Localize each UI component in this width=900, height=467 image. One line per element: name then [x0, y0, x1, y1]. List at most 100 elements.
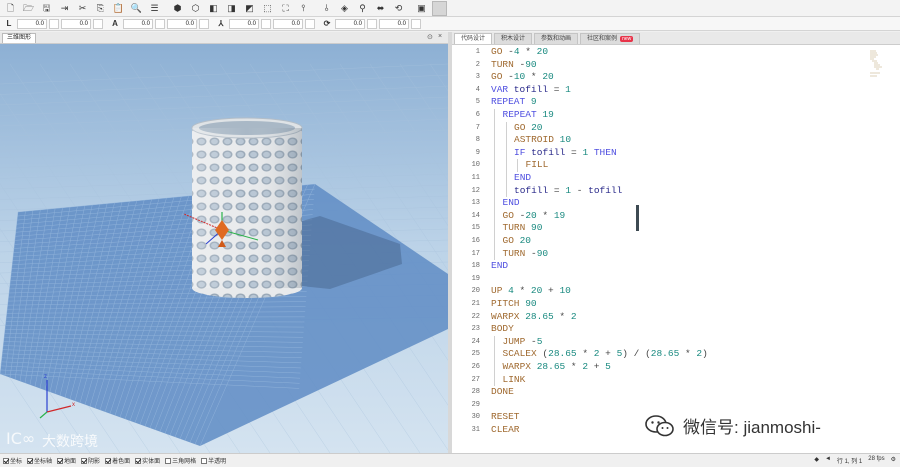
unit-stepper[interactable]: [411, 18, 421, 29]
cube-front-icon[interactable]: ⬡: [188, 1, 203, 16]
save-icon[interactable]: 🖫: [39, 1, 54, 16]
new-file-icon[interactable]: 🗋: [3, 1, 18, 16]
copy-icon[interactable]: ⎘: [93, 1, 108, 16]
code-line[interactable]: 8 ASTROID 10: [452, 134, 900, 147]
open-folder-icon[interactable]: 🗁: [21, 1, 36, 16]
settings-icon[interactable]: ⚙: [891, 456, 896, 465]
code-line[interactable]: 1 GO -4 * 20: [452, 46, 900, 59]
lattice-cylinder[interactable]: [191, 117, 303, 298]
code-line[interactable]: 11 END: [452, 172, 900, 185]
toggle-checkbox-6[interactable]: 实体面: [135, 456, 160, 465]
value-field[interactable]: 0.0: [379, 18, 409, 29]
3d-scene[interactable]: z x ⅠC∞ 大数跨境: [0, 44, 448, 453]
code-line[interactable]: 16 GO 20: [452, 235, 900, 248]
transform-mode-icon[interactable]: A: [109, 18, 121, 30]
toggle-checkbox-4[interactable]: 阴影: [81, 456, 100, 465]
transform-mode-icon[interactable]: L: [3, 18, 15, 30]
code-line[interactable]: 9 IF tofill = 1 THEN: [452, 147, 900, 160]
code-line[interactable]: 12 tofill = 1 - tofill: [452, 185, 900, 198]
cut-icon[interactable]: ✂: [75, 1, 90, 16]
checkbox[interactable]: [135, 457, 142, 464]
axis-x-icon[interactable]: ⫯: [296, 1, 311, 16]
unit-stepper[interactable]: [199, 18, 209, 29]
code-line[interactable]: 20 UP 4 * 20 + 10: [452, 285, 900, 298]
code-line[interactable]: 4 VAR tofill = 1: [452, 84, 900, 97]
pin-icon[interactable]: ⊙: [427, 33, 433, 41]
rotate-icon[interactable]: ⟲: [391, 1, 406, 16]
box-icon[interactable]: ▣: [414, 1, 429, 16]
pin-icon[interactable]: ⚲: [355, 1, 370, 16]
3d-viewport[interactable]: z x ⅠC∞ 大数跨境: [0, 44, 448, 453]
code-line[interactable]: 28 DONE: [452, 386, 900, 399]
checkbox[interactable]: [201, 457, 208, 464]
code-line[interactable]: 21 PITCH 90: [452, 298, 900, 311]
cube-wire-icon[interactable]: ⬚: [260, 1, 275, 16]
value-field[interactable]: 0.0: [167, 18, 197, 29]
code-line[interactable]: 23 BODY: [452, 323, 900, 336]
stop-icon[interactable]: [432, 0, 447, 16]
checkbox[interactable]: [81, 457, 88, 464]
code-line[interactable]: 13 END: [452, 197, 900, 210]
cube-top-icon[interactable]: ◨: [224, 1, 239, 16]
move-icon[interactable]: ⬌: [373, 1, 388, 16]
code-line[interactable]: 6 REPEAT 19: [452, 109, 900, 122]
checkbox[interactable]: [27, 457, 34, 464]
code-tab-1[interactable]: 代码设计: [454, 33, 493, 44]
close-icon[interactable]: ×: [438, 33, 442, 40]
camera-icon[interactable]: ◈: [337, 1, 352, 16]
export-icon[interactable]: ⇥: [57, 1, 72, 16]
toggle-checkbox-7[interactable]: 三角网格: [165, 456, 196, 465]
value-field[interactable]: 0.0: [61, 18, 91, 29]
paste-icon[interactable]: 📋: [111, 1, 126, 16]
code-line[interactable]: 26 WARPX 28.65 * 2 + 5: [452, 361, 900, 374]
axis-y-icon[interactable]: ⫰: [319, 1, 334, 16]
code-line[interactable]: 15 TURN 90: [452, 222, 900, 235]
code-line[interactable]: 27 LINK: [452, 374, 900, 387]
checkbox[interactable]: [3, 457, 9, 464]
pin-icon[interactable]: ◆: [814, 456, 819, 465]
code-line[interactable]: 25 SCALEX (28.65 * 2 + 5) / (28.65 * 2): [452, 348, 900, 361]
list-icon[interactable]: ☰: [147, 1, 162, 16]
code-line[interactable]: 3 GO -10 * 20: [452, 71, 900, 84]
checkbox[interactable]: [105, 457, 112, 464]
code-line[interactable]: 2 TURN -90: [452, 59, 900, 72]
checkbox[interactable]: [165, 457, 172, 464]
code-line[interactable]: 5 REPEAT 9: [452, 96, 900, 109]
code-tab-4[interactable]: 社区和案例 new: [580, 33, 641, 44]
code-line[interactable]: 19: [452, 273, 900, 286]
cube-side-icon[interactable]: ◧: [206, 1, 221, 16]
collapse-icon[interactable]: ◄: [825, 456, 831, 465]
value-field[interactable]: 0.0: [17, 18, 47, 29]
value-field[interactable]: 0.0: [229, 18, 259, 29]
code-line[interactable]: 24 JUMP -5: [452, 336, 900, 349]
code-line[interactable]: 29: [452, 399, 900, 412]
code-line[interactable]: 22 WARPX 28.65 * 2: [452, 311, 900, 324]
unit-stepper[interactable]: [49, 18, 59, 29]
toggle-checkbox-8[interactable]: 半透明: [201, 456, 226, 465]
unit-stepper[interactable]: [367, 18, 377, 29]
code-editor[interactable]: 1 GO -4 * 20 2 TURN -90 3 GO -10 * 20 4 VAR tof…: [452, 45, 900, 453]
unit-stepper[interactable]: [93, 18, 103, 29]
unit-stepper[interactable]: [305, 18, 315, 29]
toggle-checkbox-5[interactable]: 着色面: [105, 456, 130, 465]
unit-stepper[interactable]: [155, 18, 165, 29]
value-field[interactable]: 0.0: [335, 18, 365, 29]
find-icon[interactable]: 🔍: [129, 1, 144, 16]
toggle-checkbox-2[interactable]: 坐标轴: [27, 456, 52, 465]
code-tab-3[interactable]: 参数和动画: [534, 33, 579, 44]
toggle-checkbox-3[interactable]: 地面: [57, 456, 76, 465]
code-tab-2[interactable]: 积木设计: [494, 33, 533, 44]
code-line[interactable]: 17 TURN -90: [452, 248, 900, 261]
unit-stepper[interactable]: [261, 18, 271, 29]
code-line[interactable]: 7 GO 20: [452, 122, 900, 135]
tab-3d-view[interactable]: 三维图形: [2, 33, 37, 43]
value-field[interactable]: 0.0: [273, 18, 303, 29]
code-line[interactable]: 10 FILL: [452, 159, 900, 172]
transform-mode-icon[interactable]: ⟳: [321, 18, 333, 30]
toggle-checkbox-1[interactable]: 坐标: [3, 456, 22, 465]
cube-iso-icon[interactable]: ◩: [242, 1, 257, 16]
code-line[interactable]: 18 END: [452, 260, 900, 273]
value-field[interactable]: 0.0: [123, 18, 153, 29]
fit-view-icon[interactable]: ⛶: [278, 1, 293, 16]
code-line[interactable]: 14 GO -20 * 19: [452, 210, 900, 223]
